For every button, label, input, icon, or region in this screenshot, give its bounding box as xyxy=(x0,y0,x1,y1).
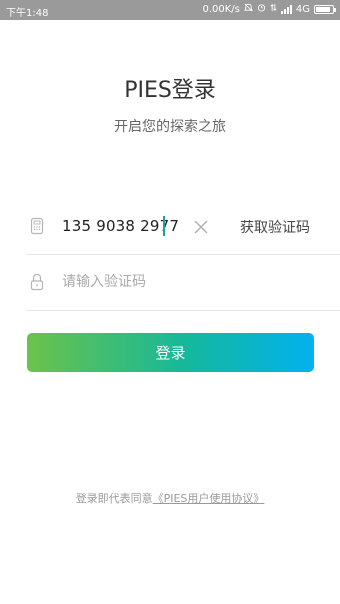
phone-row: 135 9038 2977 获取验证码 xyxy=(26,199,340,255)
mute-icon xyxy=(243,3,254,15)
data-arrows-icon xyxy=(270,3,277,15)
status-bar: 下午1:48 0.00K/s 4G xyxy=(0,0,340,20)
login-button[interactable]: 登录 xyxy=(27,333,314,372)
text-caret xyxy=(163,216,165,236)
code-input[interactable] xyxy=(62,271,302,293)
network-type: 4G xyxy=(295,3,310,15)
get-code-button[interactable]: 获取验证码 xyxy=(240,217,310,237)
code-row xyxy=(26,255,340,311)
agreement-link[interactable]: 《PIES用户使用协议》 xyxy=(153,492,265,505)
lock-icon xyxy=(30,273,44,291)
status-time: 下午1:48 xyxy=(6,8,49,19)
page-subtitle: 开启您的探索之旅 xyxy=(114,119,226,135)
network-speed: 0.00K/s xyxy=(202,3,240,15)
page-title: PIES登录 xyxy=(124,78,216,103)
agreement-text: 登录即代表同意《PIES用户使用协议》 xyxy=(0,490,340,506)
clear-icon[interactable] xyxy=(194,219,208,234)
battery-fill xyxy=(316,6,331,12)
agreement-prefix: 登录即代表同意 xyxy=(75,492,153,505)
phone-input[interactable]: 135 9038 2977 xyxy=(62,217,179,235)
alarm-icon xyxy=(257,3,266,15)
signal-icon xyxy=(280,4,292,14)
battery-icon xyxy=(314,4,336,14)
phone-icon xyxy=(30,217,44,235)
status-right: 0.00K/s 4G xyxy=(202,3,336,15)
